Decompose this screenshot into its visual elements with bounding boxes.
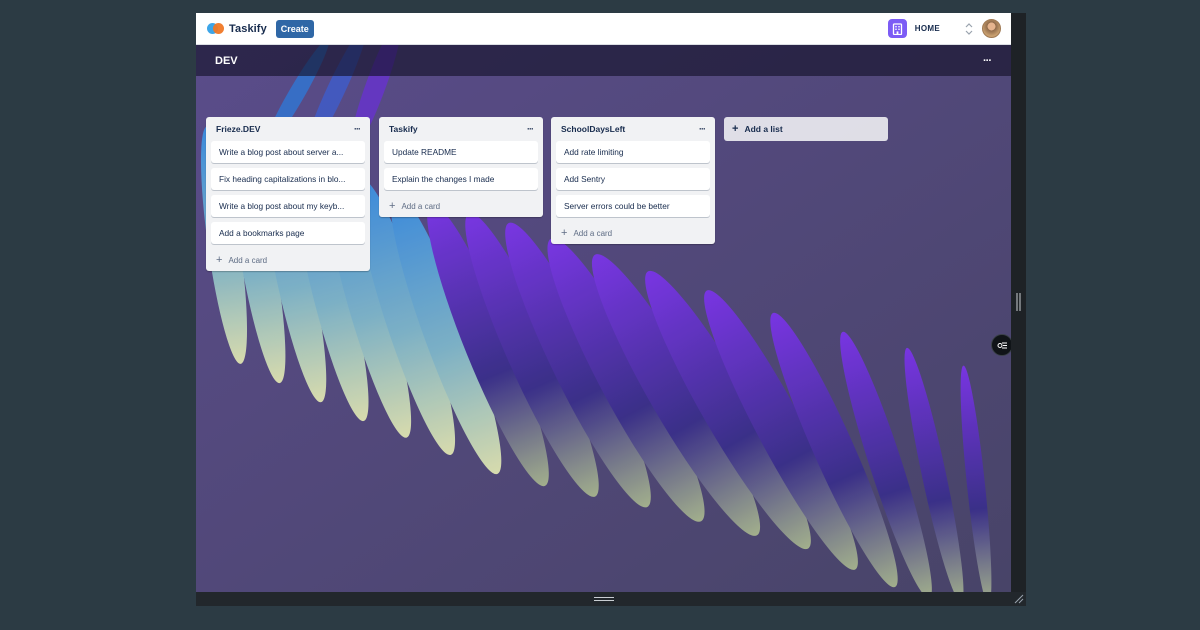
plus-icon: + [561, 227, 568, 239]
card[interactable]: Update README [384, 141, 538, 163]
logo-text: Taskify [229, 22, 267, 35]
list-frieze-dev: Frieze.DEV ··· Write a blog post about s… [206, 117, 370, 271]
add-card-button[interactable]: + Add a card [379, 195, 543, 217]
card[interactable]: Add Sentry [556, 168, 710, 190]
list-title[interactable]: Frieze.DEV [216, 124, 260, 134]
vertical-resize-handle-icon[interactable] [1016, 293, 1021, 311]
card[interactable]: Write a blog post about my keyb... [211, 195, 365, 217]
card[interactable]: Add rate limiting [556, 141, 710, 163]
list-schooldaysleft: SchoolDaysLeft ··· Add rate limiting Add… [551, 117, 715, 244]
card-title: Write a blog post about server a... [219, 147, 344, 157]
list-header[interactable]: Taskify ··· [379, 117, 543, 141]
card[interactable]: Explain the changes I made [384, 168, 538, 190]
add-list-label: Add a list [744, 124, 783, 134]
card[interactable]: Server errors could be better [556, 195, 710, 217]
list-header[interactable]: Frieze.DEV ··· [206, 117, 370, 141]
add-card-button[interactable]: + Add a card [206, 249, 370, 271]
list-header[interactable]: SchoolDaysLeft ··· [551, 117, 715, 141]
add-card-label: Add a card [228, 255, 268, 265]
card-title: Add rate limiting [564, 147, 624, 157]
add-card-label: Add a card [401, 201, 441, 211]
card-title: Update README [392, 147, 457, 157]
card[interactable]: Fix heading capitalizations in blo... [211, 168, 365, 190]
list-title[interactable]: Taskify [389, 124, 418, 134]
user-avatar[interactable] [982, 19, 1001, 38]
card-title: Add Sentry [564, 174, 606, 184]
add-card-label: Add a card [573, 228, 613, 238]
add-list-button[interactable]: + Add a list [724, 117, 888, 141]
card[interactable]: Write a blog post about server a... [211, 141, 365, 163]
plus-icon: + [389, 200, 396, 212]
list-menu-button[interactable]: ··· [354, 124, 361, 134]
logo[interactable]: Taskify [207, 22, 267, 35]
create-button[interactable]: Create [275, 19, 314, 38]
app-window: Taskify Create HOME DEV ··· Frieze.DEV ·… [196, 13, 1026, 606]
board-canvas: DEV ··· Frieze.DEV ··· Write a blog post… [196, 45, 1011, 592]
list-menu-button[interactable]: ··· [527, 124, 534, 134]
card-title: Server errors could be better [564, 201, 670, 211]
horizontal-resize-handle-icon[interactable] [594, 596, 614, 602]
toggle-icon[interactable] [991, 334, 1011, 356]
plus-icon: + [216, 254, 223, 266]
add-card-button[interactable]: + Add a card [551, 222, 715, 244]
list-taskify: Taskify ··· Update README Explain the ch… [379, 117, 543, 217]
org-switcher[interactable]: HOME [887, 19, 1001, 38]
plus-icon: + [732, 123, 739, 135]
card-title: Explain the changes I made [392, 174, 495, 184]
board-menu-button[interactable]: ··· [983, 55, 992, 67]
org-name: HOME [914, 24, 940, 33]
board-header: DEV ··· [196, 45, 1011, 76]
card-title: Write a blog post about my keyb... [219, 201, 345, 211]
list-menu-button[interactable]: ··· [699, 124, 706, 134]
card-title: Fix heading capitalizations in blo... [219, 174, 346, 184]
building-icon [887, 19, 907, 38]
card[interactable]: Add a bookmarks page [211, 222, 365, 244]
chevron-up-down-icon[interactable] [964, 22, 974, 36]
taskify-logo-icon [207, 22, 225, 35]
card-title: Add a bookmarks page [219, 228, 305, 238]
top-navbar: Taskify Create HOME [196, 13, 1011, 45]
resize-grip-icon[interactable] [1013, 593, 1024, 604]
list-title[interactable]: SchoolDaysLeft [561, 124, 625, 134]
board-title[interactable]: DEV [215, 55, 238, 67]
